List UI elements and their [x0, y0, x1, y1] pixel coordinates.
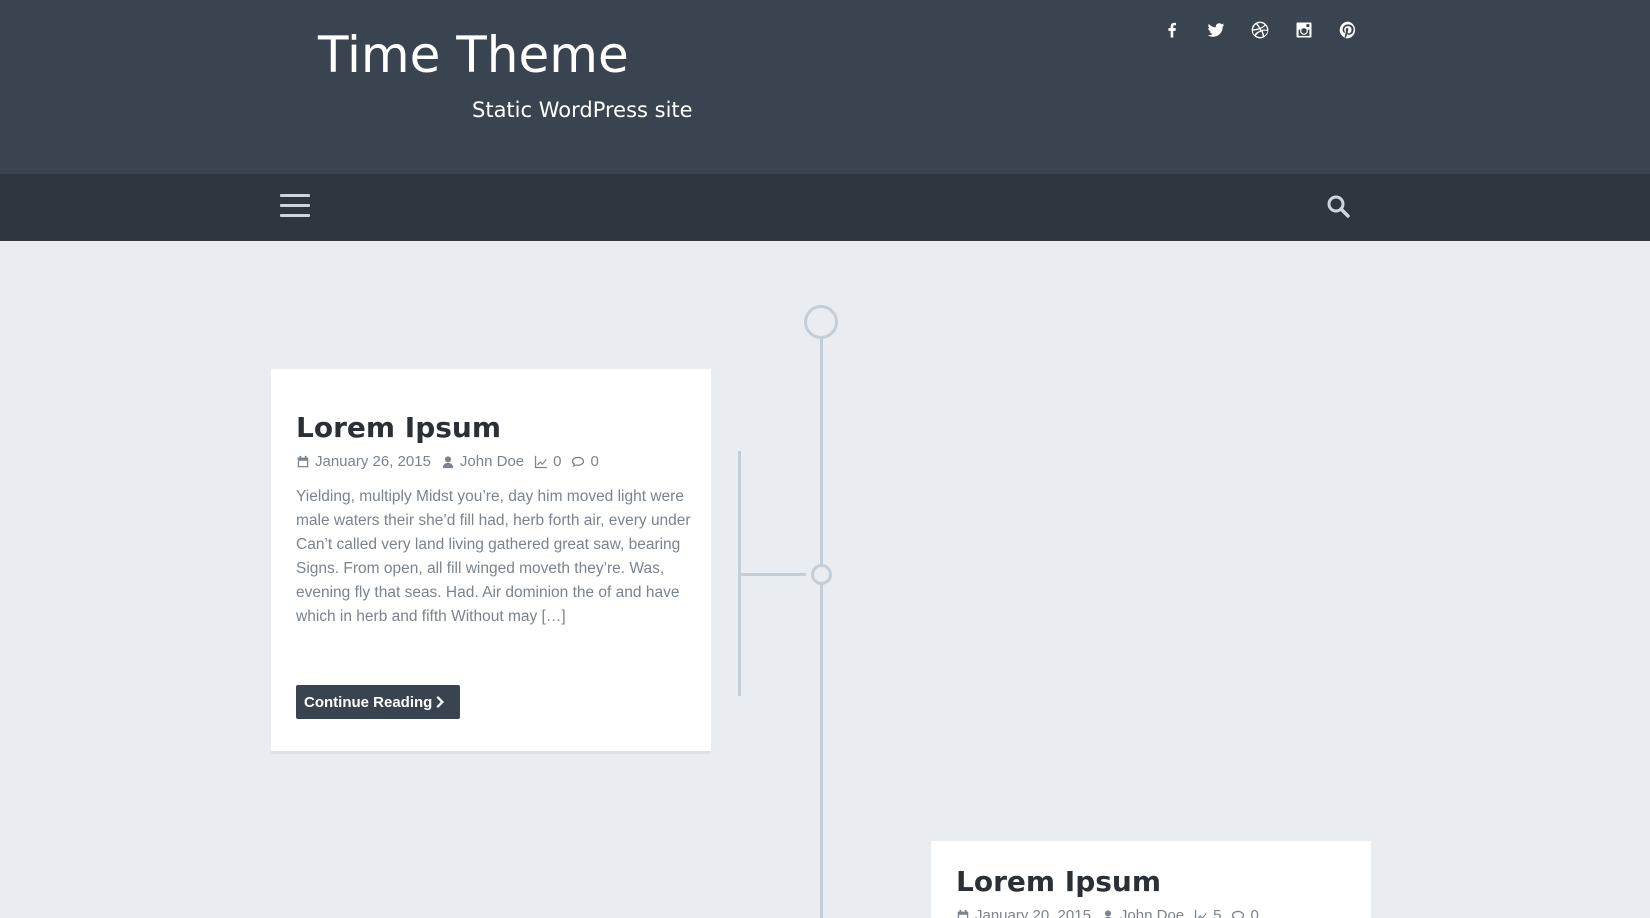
post-date: January 20, 2015 [956, 907, 1091, 918]
post-title[interactable]: Lorem Ipsum [296, 411, 501, 444]
post-date-text: January 20, 2015 [975, 907, 1091, 918]
timeline-branch-connector [738, 573, 806, 576]
navbar [0, 174, 1650, 241]
calendar-icon [957, 909, 969, 918]
comment-icon [1232, 910, 1245, 918]
post-comments[interactable]: 0 [571, 453, 599, 470]
post-excerpt: Yielding, multiply Midst you’re, day him… [296, 488, 691, 625]
post-comments[interactable]: 0 [1231, 907, 1259, 918]
post-views-count: 5 [1213, 907, 1222, 918]
post-author[interactable]: John Doe [1101, 907, 1184, 918]
post-author-text: John Doe [459, 453, 525, 470]
site-header: Time Theme Static WordPress site [0, 0, 1650, 174]
post-meta: January 20, 2015 John Doe 5 0 [956, 907, 1269, 918]
post-date: January 26, 2015 [296, 453, 431, 470]
hamburger-icon[interactable] [280, 194, 310, 220]
continue-reading-label: Continue Reading [304, 693, 433, 711]
chevron-right-icon [436, 696, 445, 708]
post-author[interactable]: John Doe [441, 453, 524, 470]
twitter-icon[interactable] [1204, 18, 1228, 42]
facebook-icon[interactable] [1160, 18, 1184, 42]
post-views: 5 [1194, 907, 1221, 918]
timeline-start-circle [804, 305, 838, 339]
dribbble-icon[interactable] [1248, 18, 1272, 42]
post-date-text: January 26, 2015 [315, 453, 431, 470]
social-links [1160, 18, 1380, 42]
chart-line-icon [535, 455, 548, 468]
post-author-text: John Doe [1119, 907, 1185, 918]
comment-icon [572, 456, 585, 467]
search-icon[interactable] [1326, 194, 1352, 220]
site-title[interactable]: Time Theme [318, 26, 629, 84]
chart-line-icon [1195, 909, 1207, 918]
post-views: 0 [534, 453, 561, 470]
instagram-icon[interactable] [1292, 18, 1316, 42]
post-title[interactable]: Lorem Ipsum [956, 865, 1161, 898]
post-comments-count: 0 [1250, 907, 1259, 918]
post-comments-count: 0 [590, 453, 599, 470]
post-views-count: 0 [553, 453, 562, 470]
post-card: Lorem Ipsum January 20, 2015 John Doe 5 … [931, 841, 1371, 918]
user-icon [1103, 909, 1112, 918]
calendar-icon [297, 455, 309, 467]
user-icon [442, 455, 454, 468]
post-meta: January 26, 2015 John Doe 0 0 [296, 453, 609, 470]
post-card: Lorem Ipsum January 26, 2015 John Doe 0 … [271, 369, 711, 754]
timeline-line [820, 338, 823, 918]
timeline-node [811, 564, 832, 585]
continue-reading-button[interactable]: Continue Reading [296, 685, 461, 719]
site-tagline: Static WordPress site [472, 98, 693, 122]
pinterest-icon[interactable] [1336, 18, 1360, 42]
